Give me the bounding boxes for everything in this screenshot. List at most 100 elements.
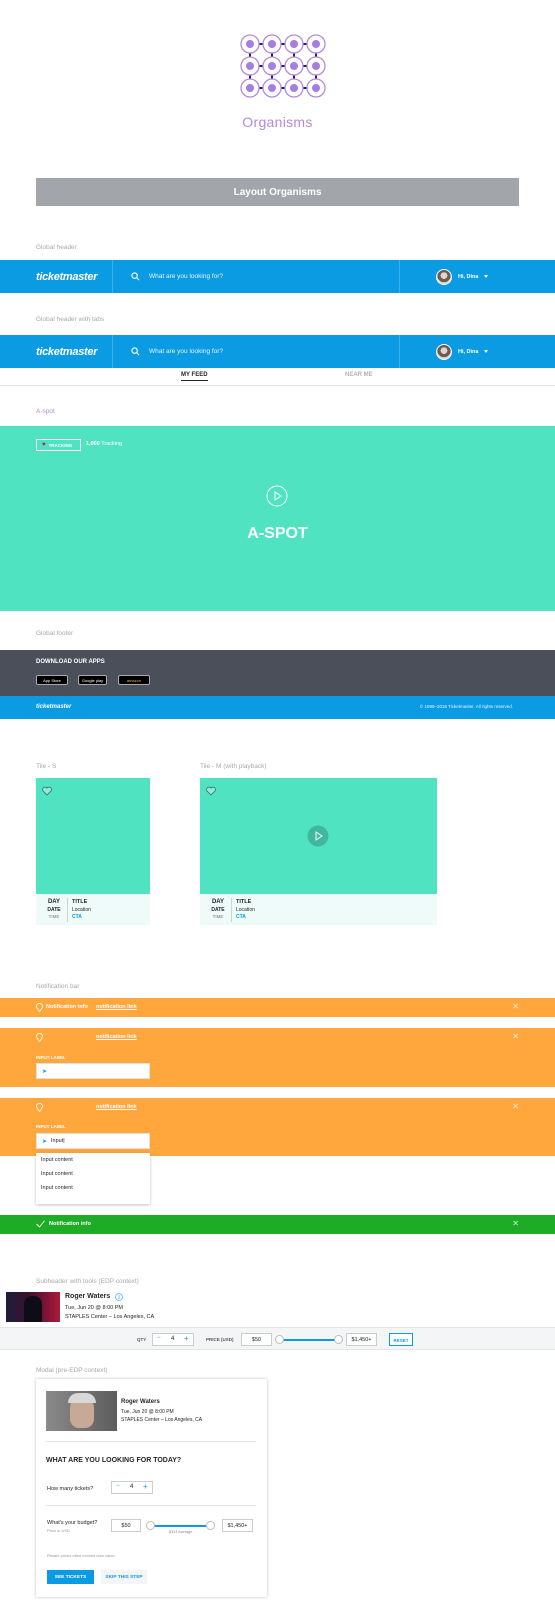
user-greeting: Hi, Dina (458, 348, 479, 355)
location-pin-icon (36, 1033, 43, 1042)
app-store-badge[interactable]: App Store (36, 675, 68, 685)
event-name: Roger Waters (65, 1293, 111, 1300)
close-icon[interactable]: ✕ (512, 1032, 519, 1041)
section-label: Subheader with tools (EDP context) (36, 1278, 139, 1285)
search-bar[interactable]: What are you looking for? (113, 335, 400, 368)
tile-day: DAY (47, 899, 61, 905)
notification-link[interactable]: notification link (96, 1004, 137, 1010)
play-icon[interactable] (266, 485, 288, 507)
location-input[interactable]: ➤ Input| (36, 1133, 150, 1149)
budget-label: What's your budget? (47, 1520, 98, 1526)
price-max-input[interactable]: $1,450+ (222, 1519, 253, 1532)
event-venue: STAPLES Center – Los Angeles, CA (65, 1314, 155, 1320)
notification-link[interactable]: notification link (96, 1034, 137, 1040)
google-play-badge[interactable]: Google play (78, 675, 107, 685)
dropdown-item[interactable]: Input content (36, 1181, 150, 1195)
resale-note: Resale prices often exceed face value. (47, 1553, 116, 1558)
artist-photo (46, 1391, 117, 1431)
heart-icon[interactable] (206, 786, 216, 796)
average-price: $314 Average (169, 1530, 193, 1534)
tile-title: TITLE (236, 899, 252, 905)
tickets-label: How many tickets? (47, 1486, 94, 1492)
amazon-badge[interactable]: amazon (118, 675, 150, 685)
tile-cta[interactable]: CTA (236, 914, 255, 920)
notification-bar-input-active: notification link ✕ INPUT LABEL ➤ Input| (0, 1098, 555, 1156)
price-slider[interactable] (146, 1521, 215, 1530)
close-icon[interactable]: ✕ (512, 1219, 519, 1228)
tile-s[interactable] (36, 778, 150, 894)
user-greeting: Hi, Dina (458, 273, 479, 280)
navigation-arrow-icon: ➤ (42, 1138, 48, 1145)
tile-m[interactable] (200, 778, 437, 894)
tab-my-feed[interactable]: MY FEED (181, 372, 208, 381)
heart-icon[interactable] (42, 786, 52, 796)
a-spot-title: A-SPOT (247, 525, 308, 542)
tab-near-me[interactable]: NEAR ME (345, 372, 373, 378)
price-max-input[interactable]: $1,450+ (346, 1333, 377, 1346)
navigation-arrow-icon: ➤ (42, 1068, 48, 1075)
search-bar[interactable]: What are you looking for? (113, 260, 400, 293)
dropdown-item[interactable]: Input content (36, 1153, 150, 1167)
copyright: © 1999–2016 Ticketmaster. All rights res… (419, 704, 513, 709)
footer-logo[interactable]: ticketmaster (36, 704, 71, 710)
slider-handle-min[interactable] (146, 1521, 155, 1530)
tile-cta[interactable]: CTA (72, 914, 91, 920)
search-input[interactable]: What are you looking for? (149, 348, 223, 355)
footer-bar: ticketmaster © 1999–2016 Ticketmaster. A… (0, 696, 555, 719)
minus-icon[interactable]: − (116, 1483, 120, 1489)
close-icon[interactable]: ✕ (512, 1102, 519, 1111)
play-icon[interactable] (307, 825, 329, 847)
info-icon[interactable] (115, 1293, 123, 1301)
qty-stepper[interactable]: − 4 + (152, 1333, 194, 1346)
reset-button[interactable]: RESET (389, 1333, 413, 1346)
tools-bar: QTY − 4 + PRICE (USD) $50 $1,450+ RESET (0, 1327, 555, 1350)
price-min-input[interactable]: $50 (241, 1333, 272, 1346)
organisms-icon (240, 34, 326, 98)
tracking-button[interactable]: ♥ TRACKING (36, 439, 81, 451)
notification-link[interactable]: notification link (96, 1104, 137, 1110)
minus-icon[interactable]: − (157, 1335, 161, 1341)
avatar (436, 268, 452, 285)
price-slider[interactable] (275, 1335, 343, 1344)
location-input[interactable]: ➤ (36, 1063, 150, 1079)
input-label: INPUT LABEL (36, 1124, 66, 1129)
dropdown-item[interactable]: Input content (36, 1167, 150, 1181)
heart-icon: ♥ (42, 442, 46, 448)
slider-handle-min[interactable] (275, 1335, 284, 1344)
divider (46, 1441, 256, 1442)
modal-question: WHAT ARE YOU LOOKING FOR TODAY? (46, 1457, 182, 1464)
plus-icon[interactable]: + (184, 1334, 189, 1343)
user-menu[interactable]: Hi, Dina (400, 343, 555, 360)
location-pin-icon (36, 1003, 43, 1012)
logo[interactable]: ticketmaster (0, 335, 113, 368)
qty-stepper[interactable]: − 4 + (111, 1481, 153, 1494)
tile-date: DATE (47, 907, 61, 913)
section-label: Tile - S (36, 763, 57, 770)
checkmark-icon (36, 1220, 45, 1228)
slider-handle-max[interactable] (206, 1521, 215, 1530)
logo[interactable]: ticketmaster (0, 260, 113, 293)
autocomplete-dropdown: Input content Input content Input conten… (36, 1153, 150, 1204)
see-tickets-button[interactable]: SEE TICKETS (47, 1570, 94, 1584)
a-spot: ♥ TRACKING 1,000 Tracking A-SPOT (0, 426, 555, 611)
tile-time: TIME (212, 914, 224, 919)
download-title: DOWNLOAD OUR APPS (36, 659, 105, 665)
tile-title: TITLE (72, 899, 88, 905)
close-icon[interactable]: ✕ (512, 1002, 519, 1011)
tracking-count: 1,000 (86, 441, 100, 447)
plus-icon[interactable]: + (143, 1482, 148, 1491)
success-notification-bar: Notification info ✕ (0, 1215, 555, 1234)
price-min-input[interactable]: $50 (111, 1519, 141, 1532)
tracking-text: Tracking (101, 441, 123, 447)
event-date: Tue, Jun 20 @ 8:00 PM (121, 1409, 174, 1415)
section-banner: Layout Organisms (36, 178, 519, 206)
section-label: Tile - M (with playback) (200, 763, 267, 770)
price-label: PRICE (USD) (206, 1337, 234, 1342)
skip-button[interactable]: SKIP THIS STEP (101, 1570, 147, 1584)
tile-date: DATE (211, 907, 225, 913)
search-input[interactable]: What are you looking for? (149, 273, 223, 280)
location-pin-icon (36, 1103, 43, 1112)
slider-handle-max[interactable] (334, 1335, 343, 1344)
user-menu[interactable]: Hi, Dina (400, 268, 555, 285)
qty-value: 4 (130, 1484, 134, 1490)
